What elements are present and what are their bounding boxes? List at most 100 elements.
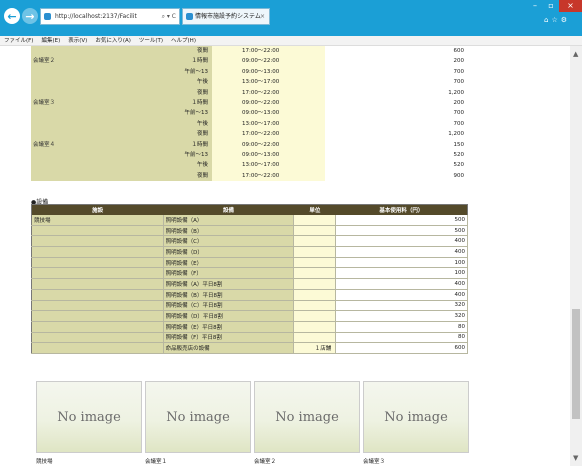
room-name: [31, 160, 158, 171]
facility-caption[interactable]: 会議室３: [363, 457, 469, 465]
room-name: [31, 108, 158, 119]
equipment-fee: 100: [335, 257, 468, 269]
equipment-name: 命品販売店の設備: [163, 342, 295, 354]
browser-tab[interactable]: 情報市施設予約システム ×: [182, 8, 270, 25]
minimize-button[interactable]: –: [527, 0, 543, 12]
tab-favicon-icon: [186, 13, 193, 20]
room-name: [31, 77, 158, 88]
time-range: 09:00〜13:00: [212, 150, 325, 161]
table-row: 会議室４ １時間 09:00〜22:00 150: [31, 139, 467, 151]
equipment-name: 照明設備（C）: [163, 235, 295, 248]
equipment-unit: [293, 289, 337, 301]
table-row: 照明設備（C）平日8割 320: [31, 300, 468, 312]
table-row: 照明設備（B）平日8割 400: [31, 289, 468, 301]
equipment-unit: [293, 214, 337, 226]
equipment-name: 照明設備（E）: [163, 257, 295, 269]
equipment-fee: 320: [335, 310, 468, 322]
facility-card[interactable]: No image 会議室３: [363, 381, 469, 465]
table-row: 照明設備（F） 100: [31, 267, 468, 280]
scroll-up-icon[interactable]: ▲: [573, 50, 578, 58]
time-slot: １時間: [158, 139, 212, 151]
fee: 600: [325, 46, 467, 57]
facility-name: [31, 321, 164, 333]
address-tools[interactable]: ⌕ ▾ C: [162, 9, 176, 24]
room-name: [31, 46, 158, 57]
table-row: 照明設備（D）平日8割 320: [31, 310, 468, 322]
table-row: 競技場 照明設備（A） 500: [31, 214, 468, 226]
table-row: 夜間 17:00〜22:00 900: [31, 170, 467, 182]
time-range: 09:00〜22:00: [212, 139, 325, 151]
back-button[interactable]: ←: [4, 8, 20, 24]
facility-name: [31, 246, 164, 258]
time-slot: 午前〜13: [158, 108, 212, 119]
equipment-unit: [293, 246, 337, 258]
fee: 200: [325, 98, 467, 109]
fee: 200: [325, 56, 467, 67]
page-content: 夜間 17:00〜22:00 600 会議室２ １時間 09:00〜22:00 200 午前〜…: [0, 46, 570, 466]
menu-item[interactable]: ヘルプ(H): [167, 36, 200, 45]
menu-item[interactable]: 編集(E): [37, 36, 64, 45]
time-range: 17:00〜22:00: [212, 46, 325, 57]
equipment-fee: 80: [335, 321, 468, 333]
facility-caption[interactable]: 会議室１: [145, 457, 251, 465]
equipment-name: 照明設備（B）平日8割: [163, 289, 295, 301]
facility-image[interactable]: No image: [254, 381, 360, 453]
equipment-unit: [293, 235, 337, 248]
close-window-button[interactable]: ×: [559, 0, 582, 12]
equipment-name: 照明設備（A）: [163, 214, 295, 226]
fee: 700: [325, 108, 467, 119]
equipment-name: 照明設備（B）: [163, 225, 295, 237]
scroll-down-icon[interactable]: ▼: [573, 454, 578, 462]
time-slot: 夜間: [158, 170, 212, 182]
time-range: 13:00〜17:00: [212, 77, 325, 88]
forward-button[interactable]: →: [22, 8, 38, 24]
room-name: [31, 170, 158, 182]
time-range: 13:00〜17:00: [212, 118, 325, 130]
table-row: 照明設備（D） 400: [31, 246, 468, 258]
scroll-thumb[interactable]: [572, 309, 580, 419]
facility-image[interactable]: No image: [36, 381, 142, 453]
maximize-button[interactable]: ▫: [543, 0, 559, 12]
time-slot: 午後: [158, 160, 212, 171]
time-range: 17:00〜22:00: [212, 170, 325, 182]
menu-item[interactable]: ファイル(F): [0, 36, 37, 45]
fee: 1,200: [325, 87, 467, 99]
equipment-name: 照明設備（F）平日8割: [163, 332, 295, 344]
facility-card[interactable]: No image 競技場: [36, 381, 142, 465]
facility-caption[interactable]: 会議室２: [254, 457, 360, 465]
room-name: 会議室４: [31, 139, 158, 151]
table-row: 命品販売店の設備 １店舗 600: [31, 342, 468, 354]
table-row: 夜間 17:00〜22:00 1,200: [31, 129, 467, 140]
browser-tools-icons[interactable]: ⌂☆⚙: [544, 16, 570, 24]
equipment-fee: 320: [335, 300, 468, 312]
address-bar[interactable]: http://localhost:2137/Facilit ⌕ ▾ C: [40, 8, 180, 25]
equipment-unit: [293, 300, 337, 312]
menu-item[interactable]: お気に入り(A): [91, 36, 135, 45]
equipment-name: 照明設備（F）: [163, 267, 295, 280]
time-slot: 午前〜13: [158, 66, 212, 78]
fee: 520: [325, 160, 467, 171]
fee: 520: [325, 150, 467, 161]
equipment-fee: 500: [335, 225, 468, 237]
menu-item[interactable]: ツール(T): [135, 36, 167, 45]
facility-name: [31, 300, 164, 312]
time-range: 09:00〜22:00: [212, 98, 325, 109]
room-name: 会議室３: [31, 98, 158, 109]
site-favicon-icon: [44, 13, 51, 20]
menu-item[interactable]: 表示(V): [64, 36, 91, 45]
facility-image[interactable]: No image: [363, 381, 469, 453]
no-image-text: No image: [275, 409, 339, 425]
table-row: 照明設備（A）平日8割 400: [31, 278, 468, 290]
tab-close-icon[interactable]: ×: [260, 9, 265, 24]
fee: 900: [325, 170, 467, 182]
equipment-name: 照明設備（C）平日8割: [163, 300, 295, 312]
time-slot: 午後: [158, 118, 212, 130]
time-range: 09:00〜22:00: [212, 56, 325, 67]
facility-caption[interactable]: 競技場: [36, 457, 142, 465]
vertical-scrollbar[interactable]: ▲ ▼: [570, 46, 582, 466]
equipment-table: 施設 設備 単位 基本使用料（円） 競技場 照明設備（A） 500 照明設備（B） 50…: [31, 204, 468, 354]
table-row: 午前〜13 09:00〜13:00 700: [31, 108, 467, 119]
facility-card[interactable]: No image 会議室１: [145, 381, 251, 465]
facility-image[interactable]: No image: [145, 381, 251, 453]
facility-card[interactable]: No image 会議室２: [254, 381, 360, 465]
